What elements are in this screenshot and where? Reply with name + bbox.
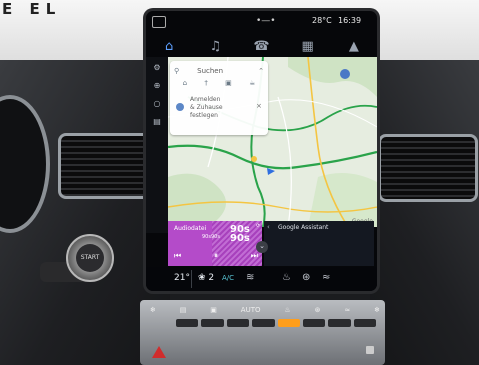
- nav-music-icon[interactable]: ♫: [200, 39, 230, 54]
- hw-label[interactable]: ≈: [344, 306, 350, 320]
- media-source-icon[interactable]: ⟳: [256, 223, 260, 229]
- media-subtitle: 90s90s: [202, 234, 220, 240]
- media-widget[interactable]: Audiodatei 90s90s 90s 90s ⟳ ⏮ ⏸ ⏭: [168, 221, 262, 266]
- lock-icon[interactable]: [366, 346, 374, 354]
- ac-toggle[interactable]: A/C: [222, 274, 234, 282]
- display-icon: [152, 16, 166, 28]
- main-nav-bar: ⌂ ♫ ☎ ▦ ▲: [146, 35, 377, 57]
- nav-phone-icon[interactable]: ☎: [246, 39, 276, 54]
- next-track-icon[interactable]: ⏭: [251, 251, 258, 261]
- search-placeholder: Suchen: [197, 66, 224, 75]
- location-pin-icon: ⚲: [174, 66, 180, 75]
- start-stop-button[interactable]: START: [66, 234, 114, 282]
- hw-label[interactable]: ❄: [150, 306, 156, 320]
- background-logo: E EL: [2, 0, 62, 18]
- status-indicator: •—•: [256, 16, 276, 26]
- album-art-line2: 90s: [230, 233, 250, 244]
- air-vent-left: [58, 133, 152, 199]
- hw-key-active[interactable]: [277, 319, 300, 327]
- login-line3: festlegen: [190, 112, 218, 119]
- map-compass-icon[interactable]: [340, 69, 350, 79]
- climate-bar: 21° ❀ 2 A/C ≋ ♨ ⊛ ≈: [146, 267, 377, 291]
- map-location-icon[interactable]: ⊕: [154, 81, 161, 90]
- hw-key[interactable]: [176, 319, 199, 327]
- seat-heat-icon[interactable]: ♨: [282, 272, 291, 283]
- infotainment-screen: •—• 28°C 16:39 ⌂ ♫ ☎ ▦ ▲ ⚙ ⊕ ○ ▤ ⚲ Suche…: [146, 11, 377, 291]
- air-flow-icon[interactable]: ≋: [246, 272, 254, 283]
- hw-key[interactable]: [353, 319, 376, 327]
- assistant-widget[interactable]: ‹ Google Assistant: [264, 221, 374, 266]
- clock: 16:39: [338, 16, 362, 25]
- defrost-icon[interactable]: ≈: [322, 272, 330, 283]
- hw-key[interactable]: [226, 319, 250, 327]
- map-sound-icon[interactable]: ○: [154, 99, 161, 108]
- login-prompt[interactable]: Anmelden & Zuhause festlegen ×: [174, 96, 264, 126]
- nav-home-icon[interactable]: ⌂: [154, 39, 184, 54]
- hw-label[interactable]: ▤: [180, 306, 187, 320]
- hardware-keys: [176, 319, 376, 327]
- login-line1: Anmelden: [190, 96, 221, 103]
- air-vent-right: [378, 134, 478, 202]
- hardware-control-labels: ❄ ▤ ▣ AUTO ♨ ⊛ ≈ ❄: [150, 306, 380, 320]
- assistant-label: Google Assistant: [278, 224, 329, 231]
- album-art-text: 90s 90s: [230, 225, 250, 244]
- hw-key[interactable]: [252, 319, 275, 327]
- chevron-up-icon[interactable]: ⌃: [258, 67, 264, 75]
- hazard-icon[interactable]: [152, 346, 166, 358]
- expand-widgets-button[interactable]: ⌄: [256, 241, 268, 253]
- map-layers-icon[interactable]: ▤: [153, 117, 161, 126]
- chevron-left-icon[interactable]: ‹: [267, 223, 270, 231]
- hw-label[interactable]: AUTO: [241, 306, 261, 320]
- category-shortcuts: ⌂ † ▣ ☕: [174, 79, 264, 89]
- previous-track-icon[interactable]: ⏮: [174, 251, 181, 261]
- media-controls: ⏮ ⏸ ⏭: [174, 251, 258, 261]
- status-bar: •—• 28°C 16:39: [146, 11, 377, 33]
- login-line2: & Zuhause: [190, 104, 223, 111]
- cabin-temperature[interactable]: 21°: [174, 273, 190, 283]
- start-stop-face: START: [76, 244, 104, 272]
- account-icon: [176, 103, 184, 111]
- hw-key[interactable]: [328, 319, 351, 327]
- hw-label[interactable]: ♨: [284, 306, 290, 320]
- category-cafe-icon[interactable]: ☕: [249, 79, 255, 89]
- search-input[interactable]: ⚲ Suchen ⌃: [174, 65, 264, 76]
- map-side-toolbar: ⚙ ⊕ ○ ▤: [146, 57, 168, 233]
- close-icon[interactable]: ×: [256, 102, 262, 110]
- steering-heat-icon[interactable]: ⊛: [302, 272, 310, 283]
- hw-key[interactable]: [302, 319, 326, 327]
- outside-temperature: 28°C: [312, 16, 332, 25]
- nav-apps-icon[interactable]: ▦: [293, 39, 323, 54]
- dashboard-right: [370, 60, 479, 365]
- category-fuel-icon[interactable]: ⌂: [183, 79, 187, 89]
- hw-key[interactable]: [201, 319, 224, 327]
- car-dashboard-scene: E EL START ❄ ▤ ▣ AUTO ♨ ⊛ ≈ ❄ •—• 28°C 1…: [0, 0, 479, 365]
- search-card: ⚲ Suchen ⌃ ⌂ † ▣ ☕ Anmelden & Zuhause fe…: [170, 61, 268, 135]
- media-title: Audiodatei: [174, 225, 207, 232]
- climate-divider: [191, 270, 192, 288]
- fan-speed[interactable]: ❀ 2: [198, 273, 214, 283]
- pause-icon[interactable]: ⏸: [214, 251, 218, 261]
- category-shopping-icon[interactable]: ▣: [225, 79, 232, 89]
- hw-label[interactable]: ▣: [210, 306, 217, 320]
- map-settings-icon[interactable]: ⚙: [153, 63, 160, 72]
- hw-label[interactable]: ⊛: [315, 306, 321, 320]
- category-restaurant-icon[interactable]: †: [204, 79, 208, 89]
- nav-car-icon[interactable]: ▲: [339, 39, 369, 54]
- hw-label[interactable]: ❄: [374, 306, 380, 320]
